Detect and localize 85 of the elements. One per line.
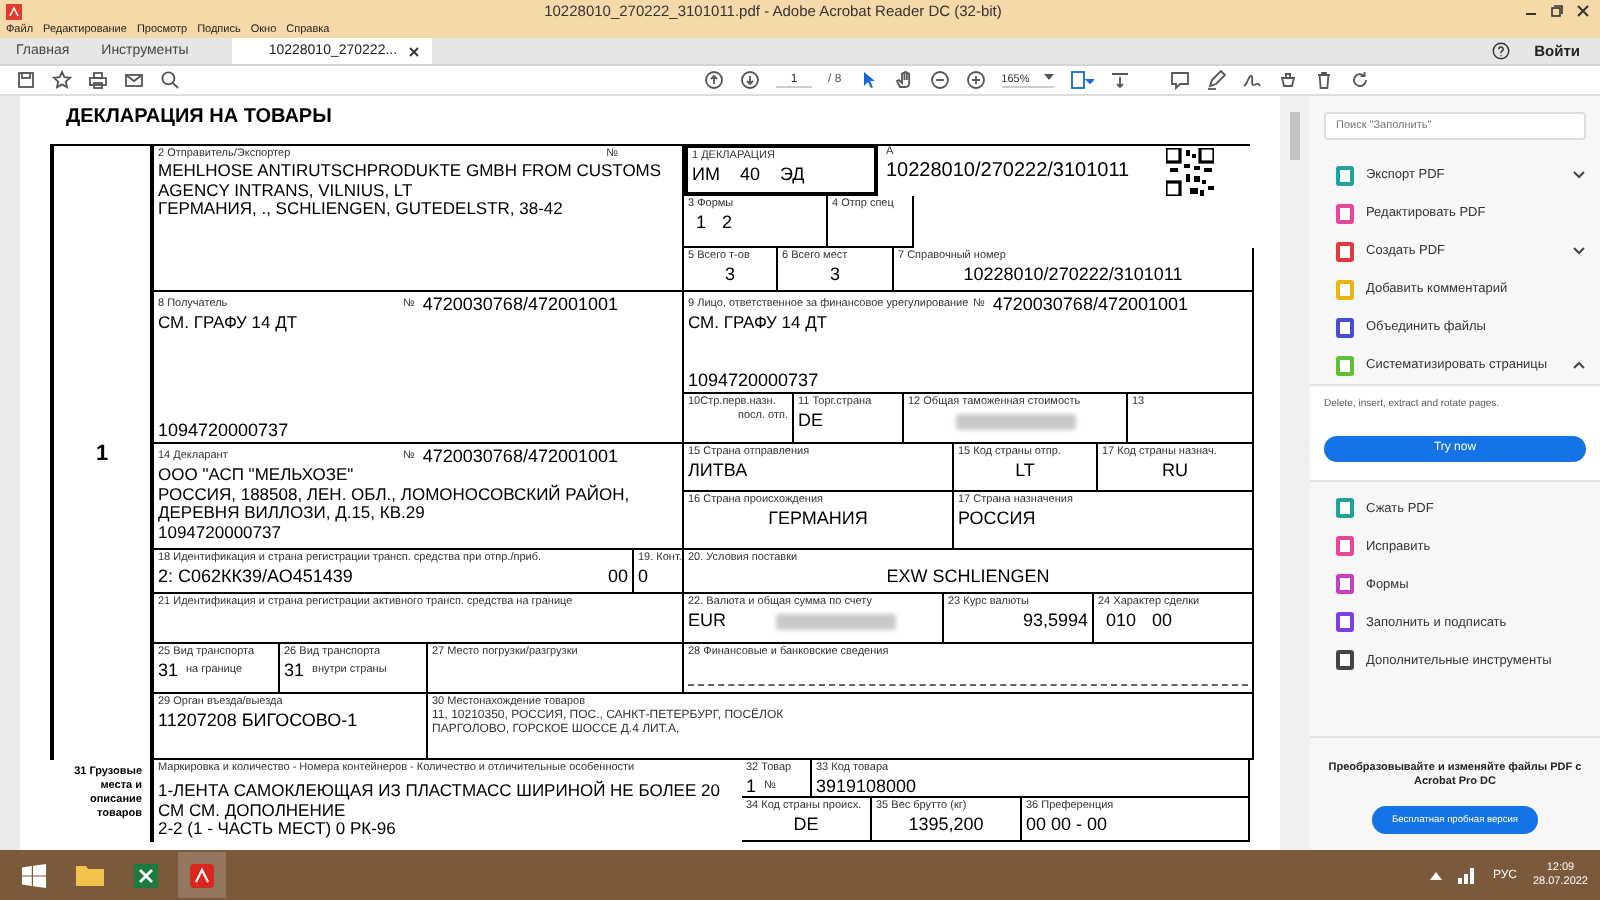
field-value: СМ. ГРАФУ 14 ДТ [158,314,300,333]
field-value: ДЕРЕВНЯ ВИЛЛОЗИ, Д.15, КВ.29 [158,504,427,523]
scrollbar[interactable] [1280,96,1310,850]
save-icon[interactable] [16,70,36,90]
zoom-in-icon[interactable] [965,70,986,90]
start-icon[interactable] [22,863,46,887]
stamp-icon[interactable] [1277,70,1298,90]
field-value: 010 [1106,610,1137,630]
search-icon[interactable] [160,70,180,90]
field-value: ИМ [692,164,720,184]
help-icon[interactable] [1492,42,1511,60]
fit-page-icon[interactable] [1069,70,1094,90]
field-value: EXW SCHLIENGEN [884,566,1052,586]
field-value: 1094720000737 [688,370,821,390]
field-value: 1094720000737 [158,523,283,542]
field-value: 10228010/270222/3101011 [961,264,1185,284]
field-value: РОССИЯ, 188508, ЛЕН. ОБЛ., ЛОМОНОСОВСКИЙ РАЙОН, [158,485,632,504]
field-value: MEHLHOSE ANTIRUTSCHPRODUKTE GMBH FROM CUSTOMS AGENCY INTRANS, VILNIUS, LT [158,162,664,200]
signature-icon[interactable] [1241,70,1262,90]
field-value: ООО "АСП "МЕЛЬХОЗЕ" [158,466,356,485]
field-value: 3 [722,264,737,284]
mail-icon[interactable] [124,70,144,90]
up-arrow-icon[interactable] [704,70,724,90]
field-value: EUR [688,610,727,630]
star-icon[interactable] [52,70,72,90]
field-value: 3 [827,264,842,284]
folder-icon[interactable] [76,864,104,886]
document-title: ДЕКЛАРАЦИЯ НА ТОВАРЫ [66,106,332,128]
field-value: DE [791,814,821,834]
field-value: 31 [284,660,305,680]
field-value: 4720030768/472001001 [422,294,618,314]
field-value: 10228010/270222/3101011 [886,160,1132,184]
chevron-up-icon[interactable] [1572,360,1586,370]
sheet-number: 1 [95,441,109,465]
field-value: 1094720000737 [158,420,291,440]
field-value: 31 [158,660,179,680]
app-icon [6,3,22,19]
field-value: 00 [607,566,628,586]
field-value: СМ СМ. ДОПОЛНЕНИЕ [158,801,346,820]
chevron-down-icon[interactable] [1572,246,1586,256]
print-icon[interactable] [88,70,108,90]
spreadsheet-icon[interactable] [134,863,158,887]
field-value: ЛИТВА [688,460,750,480]
close-icon[interactable] [407,45,420,57]
down-arrow-icon[interactable] [740,70,760,90]
blurred-value [955,414,1075,430]
up-caret-icon[interactable] [1430,871,1443,879]
field-value: RU [1160,460,1190,480]
field-value: 2: С062КК39/АО451439 [158,566,355,586]
field-value: ГЕРМАНИЯ, ., SCHLIENGEN, GUTEDELSTR, 38-42 [158,200,565,219]
chevron-down-icon[interactable] [1572,170,1586,180]
field-value: ГЕРМАНИЯ [766,508,870,528]
trash-icon[interactable] [1313,70,1334,90]
blurred-value [776,614,896,630]
field-value: DE [798,410,826,430]
field-value: 1-ЛЕНТА САМОКЛЕЮЩАЯ ИЗ ПЛАСТМАСС ШИРИНОЙ НЕ БОЛЕЕ 20 [158,782,722,801]
field-value: 3919108000 [816,776,919,796]
field-value: 2-2 (1 - ЧАСТЬ МЕСТ) 0 РК-96 [158,820,398,839]
field-value: СМ. ГРАФУ 14 ДТ [688,314,830,333]
field-value: 1 [696,212,707,232]
caret-icon[interactable] [1043,73,1054,81]
field-value: LT [1013,460,1037,480]
comment-icon[interactable] [1169,70,1190,90]
field-value: 4720030768/472001001 [422,446,618,466]
hand-icon[interactable] [893,70,914,90]
field-value: 0 [638,566,651,586]
field-value: ЭД [779,164,805,184]
field-value: 4720030768/472001001 [992,294,1188,314]
field-value: 40 [739,164,760,184]
field-value: 11207208 БИГОСОВО-1 [158,710,360,730]
field-value: 2 [722,212,733,232]
scroll-mode-icon[interactable] [1109,70,1130,90]
field-value: 00 00 - 00 [1026,814,1110,834]
pen-icon[interactable] [1205,70,1226,90]
close-icon[interactable] [1576,4,1590,18]
field-value: РОССИЯ [958,508,1038,528]
restore-icon[interactable] [1550,4,1564,18]
field-value: 1395,200 [906,814,986,834]
rotate-icon[interactable] [1349,70,1370,90]
network-icon[interactable] [1458,866,1477,884]
zoom-out-icon[interactable] [929,70,950,90]
pdf-reader-icon[interactable] [190,863,214,887]
field-value: 93,5994 [1020,610,1088,630]
field-value: 00 [1152,610,1173,630]
field-value: 1 [746,776,757,796]
